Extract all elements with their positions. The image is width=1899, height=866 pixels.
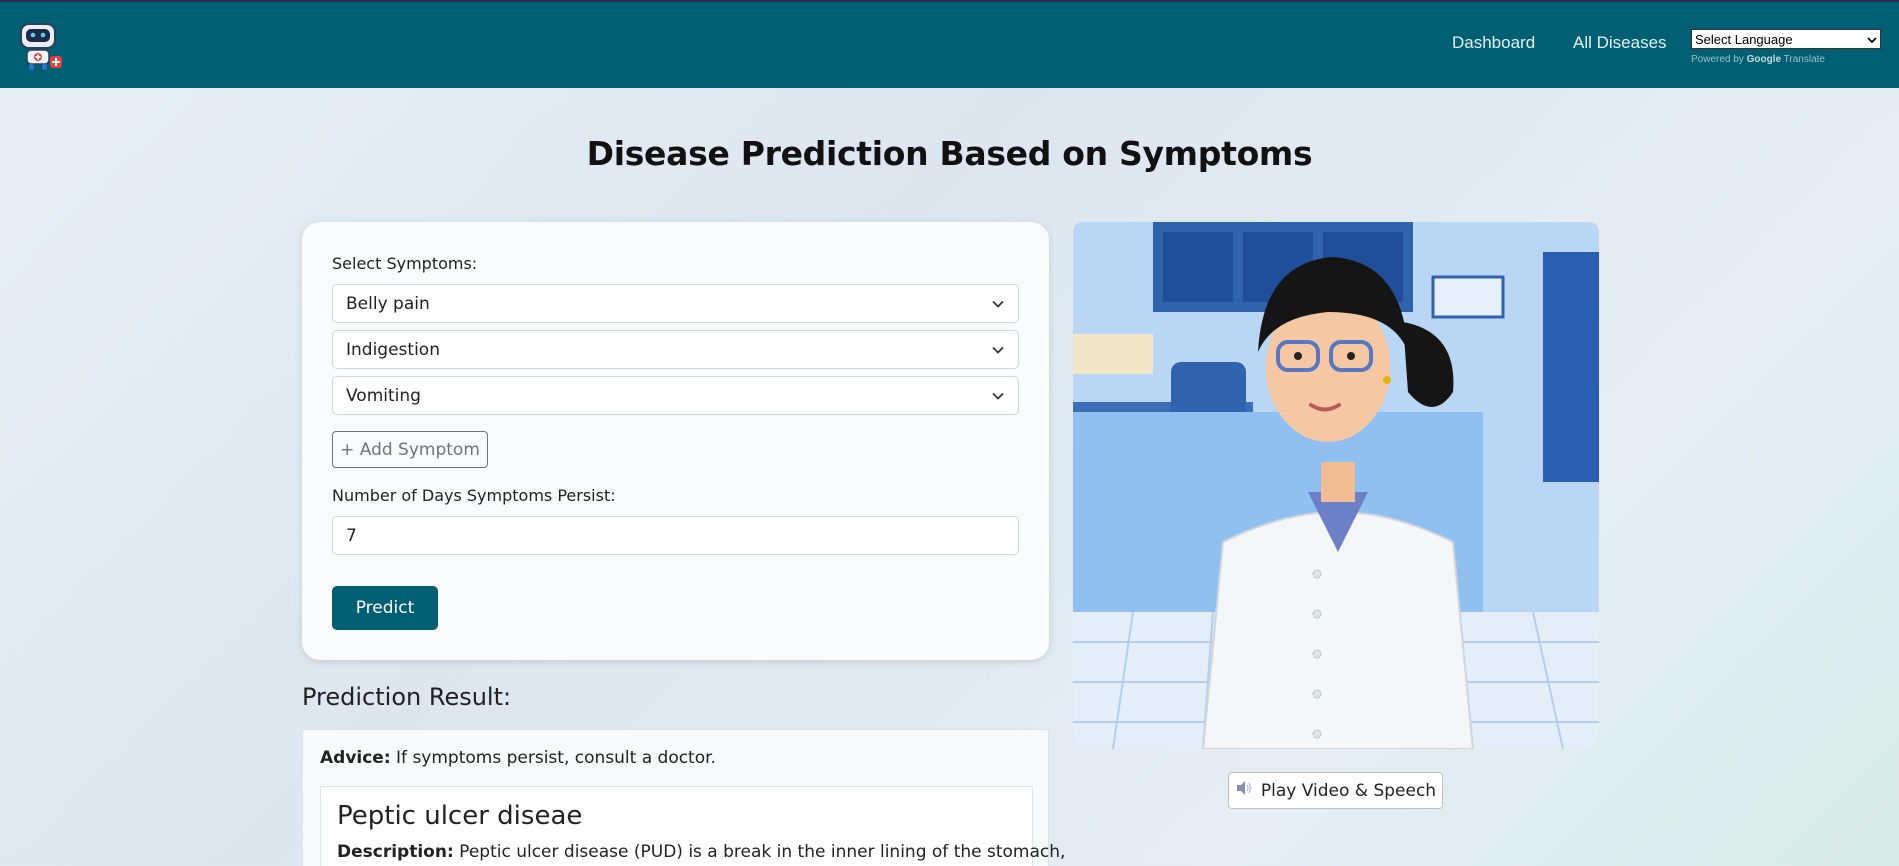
symptom-select-value: Belly pain: [346, 293, 430, 314]
add-symptom-button[interactable]: + Add Symptom: [332, 431, 488, 468]
symptom-select-value: Indigestion: [346, 339, 440, 360]
advice-value: If symptoms persist, consult a doctor.: [396, 748, 716, 768]
language-select[interactable]: Select Language: [1691, 29, 1881, 49]
advice-text: Advice: If symptoms persist, consult a d…: [320, 748, 716, 768]
translate-link[interactable]: Translate: [1784, 54, 1825, 65]
description-value: Peptic ulcer disease (PUD) is a break in…: [459, 842, 1066, 862]
disease-name: Peptic ulcer diseae: [337, 801, 583, 831]
nav-all-diseases-link[interactable]: All Diseases: [1573, 33, 1667, 53]
disease-card: Peptic ulcer diseae Description: Peptic …: [320, 786, 1065, 866]
powered-by-text: Powered by: [1691, 54, 1744, 65]
advice-label: Advice:: [320, 748, 391, 768]
language-select-value: Select Language: [1695, 31, 1793, 47]
days-input[interactable]: 7: [332, 516, 1019, 555]
prediction-result-heading: Prediction Result:: [302, 683, 512, 711]
description-label: Description:: [337, 842, 454, 862]
speaker-icon: [1235, 780, 1253, 801]
google-translate-attribution: Powered by Google Translate: [1691, 54, 1825, 65]
nav-dashboard-link[interactable]: Dashboard: [1452, 33, 1535, 53]
robot-doctor-logo[interactable]: [14, 20, 66, 72]
doctor-avatar-video[interactable]: [1073, 222, 1599, 749]
disease-description: Description: Peptic ulcer disease (PUD) …: [337, 842, 1065, 862]
chevron-down-icon: [978, 376, 1018, 415]
play-video-speech-button[interactable]: Play Video & Speech: [1228, 772, 1443, 809]
symptom-select-1[interactable]: Belly pain: [332, 284, 1019, 323]
google-brand-text: Google: [1746, 54, 1782, 65]
chevron-down-icon: [1867, 32, 1877, 47]
symptoms-label: Select Symptoms:: [332, 254, 478, 273]
chevron-down-icon: [978, 330, 1018, 369]
chevron-down-icon: [978, 284, 1018, 323]
days-label: Number of Days Symptoms Persist:: [332, 486, 616, 505]
symptom-form-card: Select Symptoms: Belly pain Indigestion …: [302, 222, 1049, 660]
symptom-select-3[interactable]: Vomiting: [332, 376, 1019, 415]
page-title: Disease Prediction Based on Symptoms: [586, 134, 1313, 173]
doctor-illustration: [1073, 222, 1599, 749]
symptom-select-2[interactable]: Indigestion: [332, 330, 1019, 369]
predict-button[interactable]: Predict: [332, 586, 438, 630]
symptom-select-value: Vomiting: [346, 385, 421, 406]
play-video-label: Play Video & Speech: [1260, 780, 1437, 801]
prediction-result-panel: Advice: If symptoms persist, consult a d…: [302, 729, 1065, 866]
top-navbar: Dashboard All Diseases Select Language P…: [0, 2, 1899, 88]
